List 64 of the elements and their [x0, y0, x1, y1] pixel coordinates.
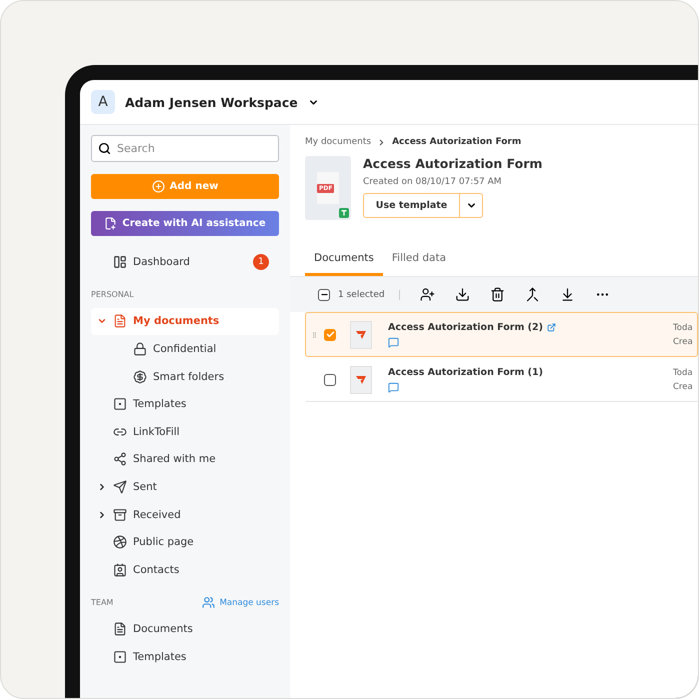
document-icon [113, 314, 127, 328]
archive-icon [113, 508, 127, 522]
sidebar-item[interactable]: Documents [91, 616, 279, 644]
sidebar-item[interactable]: Templates [91, 390, 279, 418]
sidebar-item[interactable]: Confidential [91, 335, 279, 363]
table-cell-text: Crea [673, 336, 694, 346]
sidebar-item[interactable]: Public page [91, 528, 279, 556]
users-icon [202, 596, 215, 610]
notification-badge: 1 [253, 254, 269, 270]
section-heading: PERSONAL [91, 290, 134, 300]
template-icon [113, 650, 127, 664]
search-input[interactable]: Search [117, 138, 272, 159]
template-icon [113, 397, 127, 412]
sidebar-item[interactable]: Contacts [91, 556, 279, 584]
document-name[interactable]: Access Autorization Form (1) [388, 366, 543, 378]
document-row[interactable]: Access Autorization Form (2) Toda Crea [305, 312, 698, 357]
table-cell-text: Crea [673, 382, 694, 392]
dropdown-button[interactable] [459, 194, 482, 217]
sidebar-item[interactable]: Received [91, 500, 279, 528]
sidebar-item[interactable]: My documents [91, 308, 279, 336]
file-thumbnail [350, 320, 372, 348]
sidebar-item[interactable]: Shared with me [91, 446, 279, 474]
row-checkbox[interactable] [324, 328, 336, 340]
created-date: Created on 08/10/17 07:57 AM [363, 177, 503, 187]
trash-icon[interactable] [490, 287, 505, 302]
share-icon [113, 452, 127, 466]
paper-plane-icon [113, 480, 127, 494]
sidebar-item[interactable]: Dashboard 1 [91, 248, 279, 276]
workspace-avatar[interactable]: A [91, 90, 115, 114]
chevron-right-icon[interactable] [97, 510, 107, 520]
search-field[interactable]: Search [91, 135, 279, 162]
search-icon [98, 142, 111, 155]
sidebar-item[interactable]: Sent [91, 473, 279, 501]
select-all-checkbox[interactable] [318, 288, 330, 300]
section-heading: TEAM [91, 598, 114, 608]
table-cell-text: Toda [673, 322, 694, 332]
merge-icon[interactable] [524, 287, 540, 302]
ai-assistance-button[interactable]: Create with AI assistance [91, 211, 279, 236]
table-cell-text: Toda [673, 368, 694, 378]
document-plus-icon [104, 217, 118, 230]
workspace-name[interactable]: Adam Jensen Workspace [125, 94, 298, 110]
sidebar-item[interactable]: LinkToFill [91, 418, 279, 446]
template-icon [339, 208, 349, 218]
add-user-icon[interactable] [420, 287, 435, 302]
sidebar-item[interactable]: Smart folders [91, 362, 279, 390]
chevron-right-icon[interactable] [97, 482, 107, 492]
sidebar-item[interactable]: Templates [91, 643, 279, 671]
document-title: Access Autorization Form [363, 156, 542, 171]
comment-icon[interactable] [388, 336, 399, 348]
document-name[interactable]: Access Autorization Form (2) [388, 322, 543, 332]
external-link-icon[interactable] [546, 322, 556, 332]
breadcrumb-link[interactable]: My documents [305, 137, 372, 147]
document-icon [113, 622, 127, 636]
row-checkbox[interactable] [324, 374, 336, 386]
download-icon[interactable] [454, 287, 470, 302]
breadcrumb-link[interactable]: Access Autorization Form [392, 137, 522, 147]
plus-icon [152, 180, 165, 193]
contacts-icon [113, 562, 127, 577]
lock-icon [133, 342, 147, 356]
tab[interactable]: Filled data [382, 248, 456, 276]
comment-icon[interactable] [388, 382, 399, 392]
dashboard-icon [113, 254, 127, 269]
file-thumbnail [350, 366, 372, 394]
selected-count: 1 selected [338, 290, 400, 300]
